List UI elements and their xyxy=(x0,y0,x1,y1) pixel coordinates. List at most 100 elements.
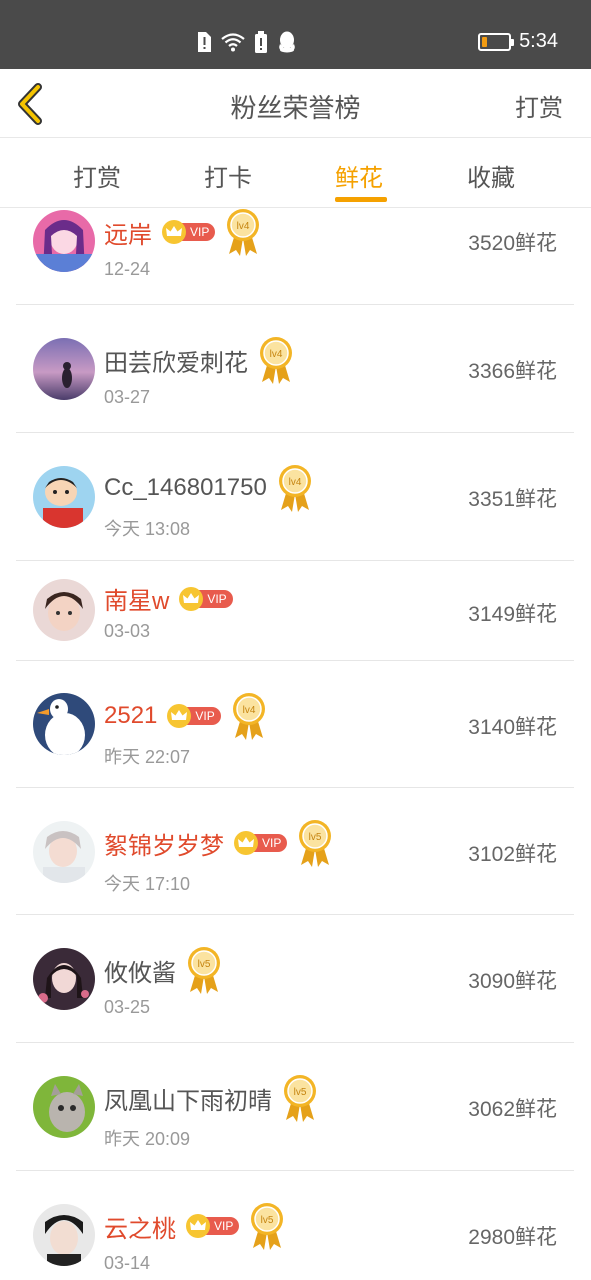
vip-badge: VIP xyxy=(186,1214,240,1238)
svg-text:lv4: lv4 xyxy=(242,705,255,716)
list-item[interactable]: 絮锦岁岁梦 VIP lv5 今天 17:10 3102鲜花 xyxy=(16,788,574,915)
name-line: Cc_146801750 lv4 xyxy=(104,464,313,512)
name-line: 田芸欣爱刺花 lv4 xyxy=(104,336,294,384)
user-name: 南星w xyxy=(104,588,170,615)
avatar xyxy=(33,948,95,1010)
date-label: 今天 17:10 xyxy=(104,874,191,894)
vip-badge: VIP xyxy=(167,704,221,728)
list-item[interactable]: 凤凰山下雨初晴 lv5 昨天 20:09 3062鲜花 xyxy=(16,1043,574,1171)
crown-icon xyxy=(179,586,204,611)
battery-level xyxy=(482,36,488,47)
user-name: 凤凰山下雨初晴 xyxy=(104,1087,272,1115)
page-title: 粉丝荣誉榜 xyxy=(230,94,361,124)
flower-count: 2980鲜花 xyxy=(468,1226,557,1249)
date-label: 03-14 xyxy=(104,1253,151,1273)
battery-icon xyxy=(478,32,515,51)
level-medal-icon: lv4 xyxy=(231,692,267,740)
list-item[interactable]: 攸攸酱 lv5 03-25 3090鲜花 xyxy=(16,915,574,1043)
flower-count: 3062鲜花 xyxy=(468,1098,557,1121)
avatar xyxy=(33,338,95,400)
flower-count: 3520鲜花 xyxy=(468,232,557,255)
user-name: 田芸欣爱刺花 xyxy=(104,349,248,377)
fan-ranking-list: 远岸 VIP lv4 12-24 3520鲜花 田芸欣爱刺花 lv4 03-27… xyxy=(0,208,591,1280)
user-name: 攸攸酱 xyxy=(104,959,176,987)
date-label: 昨天 20:09 xyxy=(104,1129,191,1149)
name-line: 云之桃 VIP lv5 xyxy=(104,1202,285,1250)
status-bar: 5:34 xyxy=(0,0,591,69)
flower-count: 3102鲜花 xyxy=(468,843,557,866)
tab-tip[interactable]: 打赏 xyxy=(73,158,121,193)
status-icons xyxy=(196,31,297,57)
vip-badge: VIP xyxy=(179,586,233,611)
list-item[interactable]: 南星w VIP 03-03 3149鲜花 xyxy=(16,561,574,661)
qq-icon xyxy=(277,31,297,57)
avatar xyxy=(33,821,95,883)
crown-icon xyxy=(162,220,186,244)
avatar xyxy=(33,1204,95,1266)
level-medal-icon: lv4 xyxy=(225,208,261,256)
level-medal-icon: lv4 xyxy=(277,464,313,512)
svg-text:lv5: lv5 xyxy=(309,832,322,843)
date-label: 今天 13:08 xyxy=(104,519,191,539)
crown-icon xyxy=(186,1214,210,1238)
level-medal-icon: lv4 xyxy=(258,336,294,384)
tab-flowers[interactable]: 鲜花 xyxy=(335,158,383,193)
flower-count: 3366鲜花 xyxy=(468,360,557,383)
user-name: Cc_146801750 xyxy=(104,474,267,501)
user-name: 云之桃 xyxy=(104,1215,176,1243)
avatar xyxy=(33,693,95,755)
list-item[interactable]: 远岸 VIP lv4 12-24 3520鲜花 xyxy=(16,208,574,305)
flower-count: 3149鲜花 xyxy=(468,603,557,626)
name-line: 絮锦岁岁梦 VIP lv5 xyxy=(104,819,333,867)
svg-text:lv5: lv5 xyxy=(198,959,211,970)
date-label: 昨天 22:07 xyxy=(104,747,191,767)
battery-saver-icon xyxy=(254,31,268,57)
vip-badge: VIP xyxy=(162,220,216,244)
list-item[interactable]: 田芸欣爱刺花 lv4 03-27 3366鲜花 xyxy=(16,305,574,433)
date-label: 03-25 xyxy=(104,997,151,1017)
flower-count: 3140鲜花 xyxy=(468,716,557,739)
avatar xyxy=(33,210,95,272)
date-label: 03-27 xyxy=(104,387,151,407)
avatar xyxy=(33,1076,95,1138)
avatar xyxy=(33,466,95,528)
name-line: 南星w VIP xyxy=(104,581,233,616)
status-time: 5:34 xyxy=(519,30,558,52)
tip-action-button[interactable]: 打赏 xyxy=(515,88,563,123)
tab-checkin[interactable]: 打卡 xyxy=(204,158,252,193)
date-label: 03-03 xyxy=(104,621,151,641)
flower-count: 3090鲜花 xyxy=(468,970,557,993)
active-tab-indicator xyxy=(335,197,387,202)
vip-badge: VIP xyxy=(234,831,288,855)
svg-text:lv4: lv4 xyxy=(288,477,301,488)
crown-icon xyxy=(167,704,192,728)
flower-count: 3351鲜花 xyxy=(468,488,557,511)
user-name: 絮锦岁岁梦 xyxy=(104,832,224,860)
name-line: 远岸 VIP lv4 xyxy=(104,208,261,256)
list-item[interactable]: 云之桃 VIP lv5 03-14 2980鲜花 xyxy=(16,1171,574,1280)
user-name: 2521 xyxy=(104,702,158,729)
svg-text:lv5: lv5 xyxy=(261,1215,274,1226)
level-medal-icon: lv5 xyxy=(186,946,222,994)
tab-favorites[interactable]: 收藏 xyxy=(467,158,515,193)
svg-text:lv5: lv5 xyxy=(294,1087,307,1098)
alert-icon xyxy=(196,31,212,57)
name-line: 凤凰山下雨初晴 lv5 xyxy=(104,1074,318,1122)
wifi-icon xyxy=(221,32,245,56)
level-medal-icon: lv5 xyxy=(282,1074,318,1122)
avatar xyxy=(33,579,95,641)
crown-icon xyxy=(234,831,258,855)
list-item[interactable]: 2521 VIP lv4 昨天 22:07 3140鲜花 xyxy=(16,661,574,788)
header-bar: 粉丝荣誉榜 打赏 xyxy=(0,69,591,138)
user-name: 远岸 xyxy=(104,221,152,249)
date-label: 12-24 xyxy=(104,259,151,279)
level-medal-icon: lv5 xyxy=(249,1202,285,1250)
svg-text:lv4: lv4 xyxy=(237,221,250,232)
status-right: 5:34 xyxy=(478,30,558,53)
level-medal-icon: lv5 xyxy=(297,819,333,867)
name-line: 攸攸酱 lv5 xyxy=(104,946,222,994)
name-line: 2521 VIP lv4 xyxy=(104,692,267,740)
tab-bar: 打赏 打卡 鲜花 收藏 xyxy=(0,138,591,208)
list-item[interactable]: Cc_146801750 lv4 今天 13:08 3351鲜花 xyxy=(16,433,574,561)
svg-text:lv4: lv4 xyxy=(270,349,283,360)
